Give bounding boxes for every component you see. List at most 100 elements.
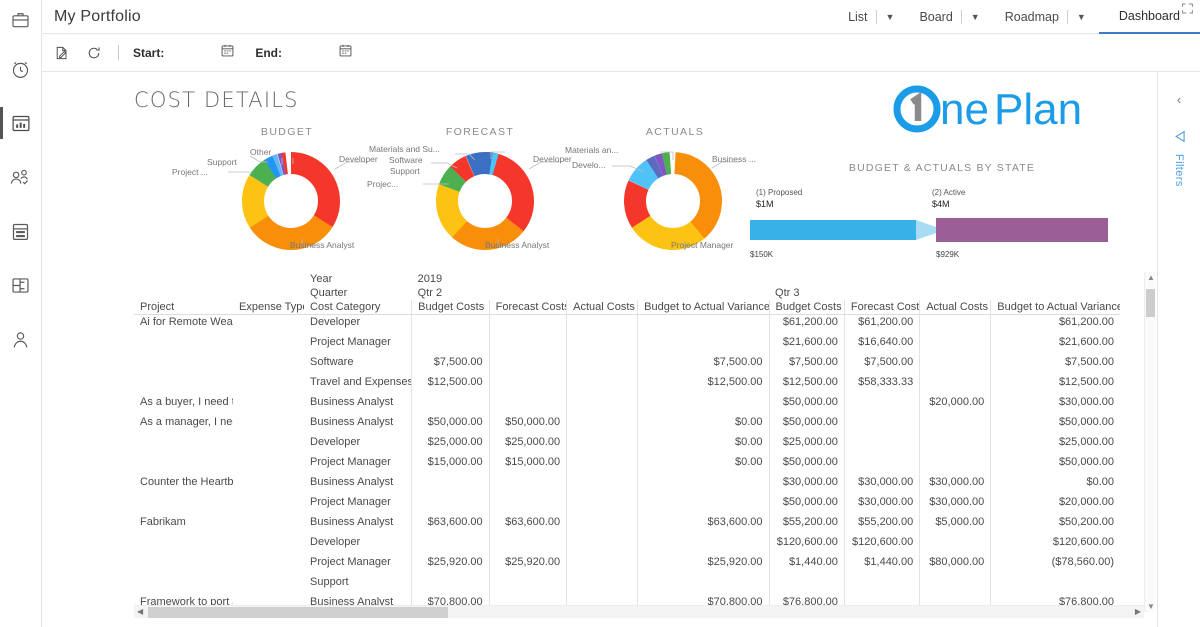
table-row[interactable]: As a manager, I need to be able to view … [134,414,1120,435]
board-layout-icon[interactable] [0,262,42,308]
col-q2-budget-to-actual-variance[interactable]: Budget to Actual Variance [637,300,770,315]
col-q3-forecast-costs[interactable]: Forecast Costs [843,300,920,315]
col-q2-forecast-costs[interactable]: Forecast Costs [488,300,567,315]
cell-q2-forecast-costs [488,534,567,555]
col-project[interactable]: Project [134,300,234,315]
scroll-down-arrow[interactable]: ▼ [1147,602,1155,611]
actuals-label-developer: Develo... [572,160,606,170]
tab-board[interactable]: Board ▼ [907,0,992,34]
spacer [233,272,304,286]
col-q2-budget-costs[interactable]: Budget Costs [411,300,490,315]
tab-list[interactable]: List ▼ [836,0,907,34]
cell-cost-category: Developer [310,535,361,548]
header-meta-quarter: Quarter Qtr 2 Qtr 3 [134,286,1120,300]
cell-q2-forecast-costs: $25,920.00 [488,554,567,575]
table-row[interactable]: Counter the Heartbleed web security bug B… [134,474,1120,495]
divider [1066,9,1068,24]
table-row[interactable]: Project Manager $15,000.00 $15,000.00 $0.00… [134,454,1120,475]
chevron-down-icon[interactable]: ▼ [964,12,987,22]
cell-q2-variance [637,534,770,555]
briefcase-icon[interactable] [0,0,42,40]
cell-q3-actual-costs [919,334,991,355]
cell-q2-variance: $0.00 [637,434,770,455]
filter-funnel-icon[interactable] [1172,129,1187,149]
dashboard-chart-icon[interactable] [0,100,42,146]
person-icon[interactable] [0,316,42,362]
scroll-right-arrow[interactable]: ▶ [1135,607,1141,616]
horizontal-scroll-thumb[interactable] [148,607,448,618]
cell-expense-type [233,435,304,455]
cell-q3-variance: $25,000.00 [990,434,1120,455]
svg-text:ne: ne [940,85,989,134]
calendar-icon[interactable] [220,43,235,63]
table-row[interactable]: Fabrikam Business Analyst $63,600.00 $63,60… [134,514,1120,535]
refresh-icon[interactable] [86,45,102,61]
header-meta-year: Year 2019 [134,272,1120,286]
funnel-stage-2-label: (2) Active [932,188,966,197]
cell-q2-actual-costs [566,434,638,455]
cell-project [134,435,233,455]
collapse-panel-icon[interactable]: ‹ [1177,92,1181,107]
col-q3-budget-to-actual-variance[interactable]: Budget to Actual Variance [990,300,1120,315]
table-row[interactable]: Project Manager $50,000.00 $30,000.00 $30,0… [134,494,1120,515]
col-cost-category[interactable]: Cost Category [304,300,412,315]
expand-icon[interactable] [1181,2,1194,20]
vertical-scroll-thumb[interactable] [1146,289,1155,317]
col-expense-type[interactable]: Expense Type [233,300,305,315]
edit-page-icon[interactable] [54,45,70,61]
cell-q3-variance: $61,200.00 [990,314,1120,335]
cell-q3-forecast-costs [843,454,920,475]
cell-q2-variance [637,574,770,595]
table-row[interactable]: Support [134,574,1120,595]
page-title: My Portfolio [54,7,141,25]
cell-q3-variance: $7,500.00 [990,354,1120,375]
cell-expense-type [233,335,304,355]
scroll-left-arrow[interactable]: ◀ [137,607,143,616]
cell-q3-actual-costs: $5,000.00 [919,514,991,535]
cell-q3-budget-costs [768,574,845,595]
table-row[interactable]: Software $7,500.00 $7,500.00 $7,500.00 $7,50… [134,354,1120,375]
table-row[interactable]: Project Manager $25,920.00 $25,920.00 $25,9… [134,554,1120,575]
cell-q3-forecast-costs: $1,440.00 [843,554,920,575]
scroll-up-arrow[interactable]: ▲ [1147,273,1155,282]
table-row[interactable]: Ai for Remote Weather Stations Developer $… [134,314,1120,335]
calendar-grid-icon[interactable] [0,208,42,254]
col-q3-budget-costs[interactable]: Budget Costs [768,300,845,315]
table-row[interactable]: Developer $120,600.00 $120,600.00 $120,600.… [134,534,1120,555]
cell-project [134,535,233,555]
tab-roadmap[interactable]: Roadmap ▼ [993,0,1099,34]
cell-q2-budget-costs [411,574,490,595]
cell-q2-variance [637,314,770,335]
timer-icon[interactable] [0,46,42,92]
table-row[interactable]: Developer $25,000.00 $25,000.00 $0.00 $25,00… [134,434,1120,455]
cell-q2-budget-costs [411,534,490,555]
cell-expense-type [233,375,304,395]
cell-q2-actual-costs [566,534,638,555]
end-date-label: End: [255,45,283,60]
cell-q2-variance [637,494,770,515]
col-q2-actual-costs[interactable]: Actual Costs [566,300,638,315]
dashboard-canvas: COST DETAILS ne Plan BUDGET Developer Ot… [42,72,1157,627]
cell-q3-actual-costs: $30,000.00 [919,474,991,495]
cell-q3-variance: $120,600.00 [990,534,1120,555]
chevron-down-icon[interactable]: ▼ [1070,12,1093,22]
filters-rail: ‹ Filters [1157,72,1200,627]
budget-label-business-analyst: Business Analyst [290,240,355,250]
calendar-icon[interactable] [338,43,353,63]
table-row[interactable]: As a buyer, I need to be able to purchas… [134,394,1120,415]
cell-q3-budget-costs: $50,000.00 [768,414,845,435]
vertical-scrollbar[interactable]: ▲ ▼ [1144,272,1155,612]
resources-people-icon[interactable] [0,154,42,200]
cell-q3-actual-costs [919,354,991,375]
table-row[interactable]: Travel and Expenses $12,500.00 $12,500.00 $… [134,374,1120,395]
cell-q3-budget-costs: $7,500.00 [768,354,845,375]
chevron-down-icon[interactable]: ▼ [879,12,902,22]
cell-q2-forecast-costs: $50,000.00 [488,414,567,435]
filters-label[interactable]: Filters [1173,154,1185,187]
cell-q2-variance: $0.00 [637,454,770,475]
col-q3-actual-costs[interactable]: Actual Costs [919,300,991,315]
quarter-q2: Qtr 2 [417,287,443,299]
horizontal-scrollbar[interactable]: ◀ ▶ [134,605,1144,618]
cell-q3-variance: $0.00 [990,474,1120,495]
table-row[interactable]: Project Manager $21,600.00 $16,640.00 $21,6… [134,334,1120,355]
